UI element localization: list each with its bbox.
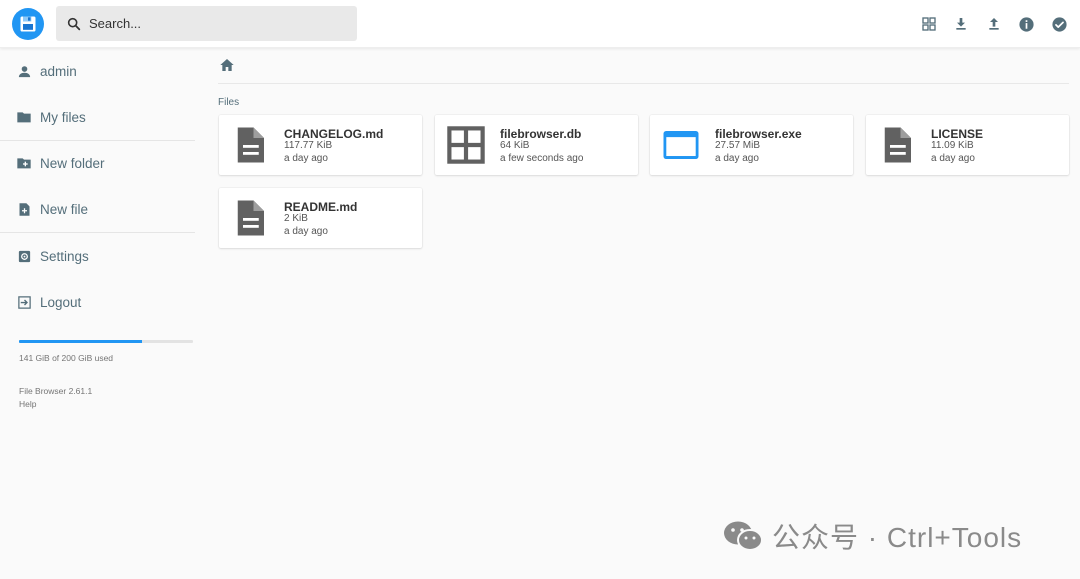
new-folder-icon xyxy=(16,155,32,171)
help-link[interactable]: Help xyxy=(19,399,36,409)
file-size: 11.09 KiB xyxy=(931,140,974,151)
search-icon xyxy=(67,17,81,30)
upload-button[interactable] xyxy=(982,12,1006,36)
download-button[interactable] xyxy=(949,12,973,36)
breadcrumb-home[interactable] xyxy=(219,57,235,73)
file-name: CHANGELOG.md xyxy=(284,127,384,141)
top-bar xyxy=(0,0,1080,48)
sidebar-item-label: My files xyxy=(40,109,86,125)
search-input[interactable] xyxy=(89,16,329,31)
logout-icon xyxy=(16,294,32,310)
sidebar-item-label: New file xyxy=(40,201,89,217)
file-name: LICENSE xyxy=(931,127,984,141)
document-icon xyxy=(237,127,264,163)
breadcrumb-divider xyxy=(218,83,1069,84)
watermark-text: 公众号 · Ctrl+Tools xyxy=(772,522,1023,553)
folder-icon xyxy=(16,109,32,125)
view-grid-icon xyxy=(922,17,936,31)
document-icon xyxy=(884,127,911,163)
document-icon xyxy=(237,200,264,236)
select-check-icon xyxy=(1051,16,1067,32)
floppy-disk-icon xyxy=(20,16,36,32)
sidebar-item-label: Logout xyxy=(40,294,82,310)
info-button[interactable] xyxy=(1014,12,1038,36)
sidebar-item-logout[interactable]: Logout xyxy=(0,279,195,325)
file-item-readme[interactable]: README.md 2 KiB a day ago xyxy=(219,188,422,248)
upload-icon xyxy=(989,18,999,30)
sidebar-item-settings[interactable]: Settings xyxy=(0,233,195,279)
select-button[interactable] xyxy=(1047,12,1071,36)
app-version: File Browser 2.61.1 xyxy=(19,386,93,396)
database-grid-icon xyxy=(447,126,485,164)
person-icon xyxy=(16,63,32,79)
file-item-changelog[interactable]: CHANGELOG.md 117.77 KiB a day ago xyxy=(219,115,422,175)
file-size: 64 KiB xyxy=(500,140,530,151)
sidebar-item-label: Settings xyxy=(40,248,89,264)
sidebar-item-label: New folder xyxy=(40,155,105,171)
file-name: README.md xyxy=(284,200,358,214)
application-window-icon xyxy=(663,131,699,159)
file-modified: a day ago xyxy=(931,153,975,164)
file-modified: a day ago xyxy=(715,153,759,164)
section-title: Files xyxy=(218,97,240,108)
file-item-exe[interactable]: filebrowser.exe 27.57 MiB a day ago xyxy=(650,115,853,175)
new-file-icon xyxy=(16,201,32,217)
file-item-license[interactable]: LICENSE 11.09 KiB a day ago xyxy=(866,115,1069,175)
search-box[interactable] xyxy=(56,6,357,41)
file-name: filebrowser.exe xyxy=(715,127,802,141)
app-logo[interactable] xyxy=(12,8,44,40)
file-size: 27.57 MiB xyxy=(715,140,761,151)
file-item-db[interactable]: filebrowser.db 64 KiB a few seconds ago xyxy=(435,115,638,175)
file-modified: a day ago xyxy=(284,153,328,164)
settings-icon xyxy=(16,248,32,264)
home-icon xyxy=(220,59,234,71)
file-name: filebrowser.db xyxy=(500,127,582,141)
sidebar-item-my-files[interactable]: My files xyxy=(0,94,195,140)
sidebar-item-new-file[interactable]: New file xyxy=(0,186,195,232)
download-icon xyxy=(956,18,966,30)
file-modified: a few seconds ago xyxy=(500,153,584,164)
file-modified: a day ago xyxy=(284,226,328,237)
view-switch-button[interactable] xyxy=(917,12,941,36)
sidebar-item-admin[interactable]: admin xyxy=(0,48,195,94)
sidebar-item-new-folder[interactable]: New folder xyxy=(0,140,195,186)
file-size: 2 KiB xyxy=(284,213,308,224)
storage-usage-fill xyxy=(19,340,142,343)
wechat-icon xyxy=(724,521,763,551)
sidebar-item-label: admin xyxy=(40,63,77,79)
storage-usage-bar xyxy=(19,340,193,343)
watermark: 公众号 · Ctrl+Tools xyxy=(722,518,1022,554)
file-size: 117.77 KiB xyxy=(284,140,333,151)
info-icon xyxy=(1018,16,1034,32)
storage-usage-text: 141 GiB of 200 GiB used xyxy=(19,353,114,363)
